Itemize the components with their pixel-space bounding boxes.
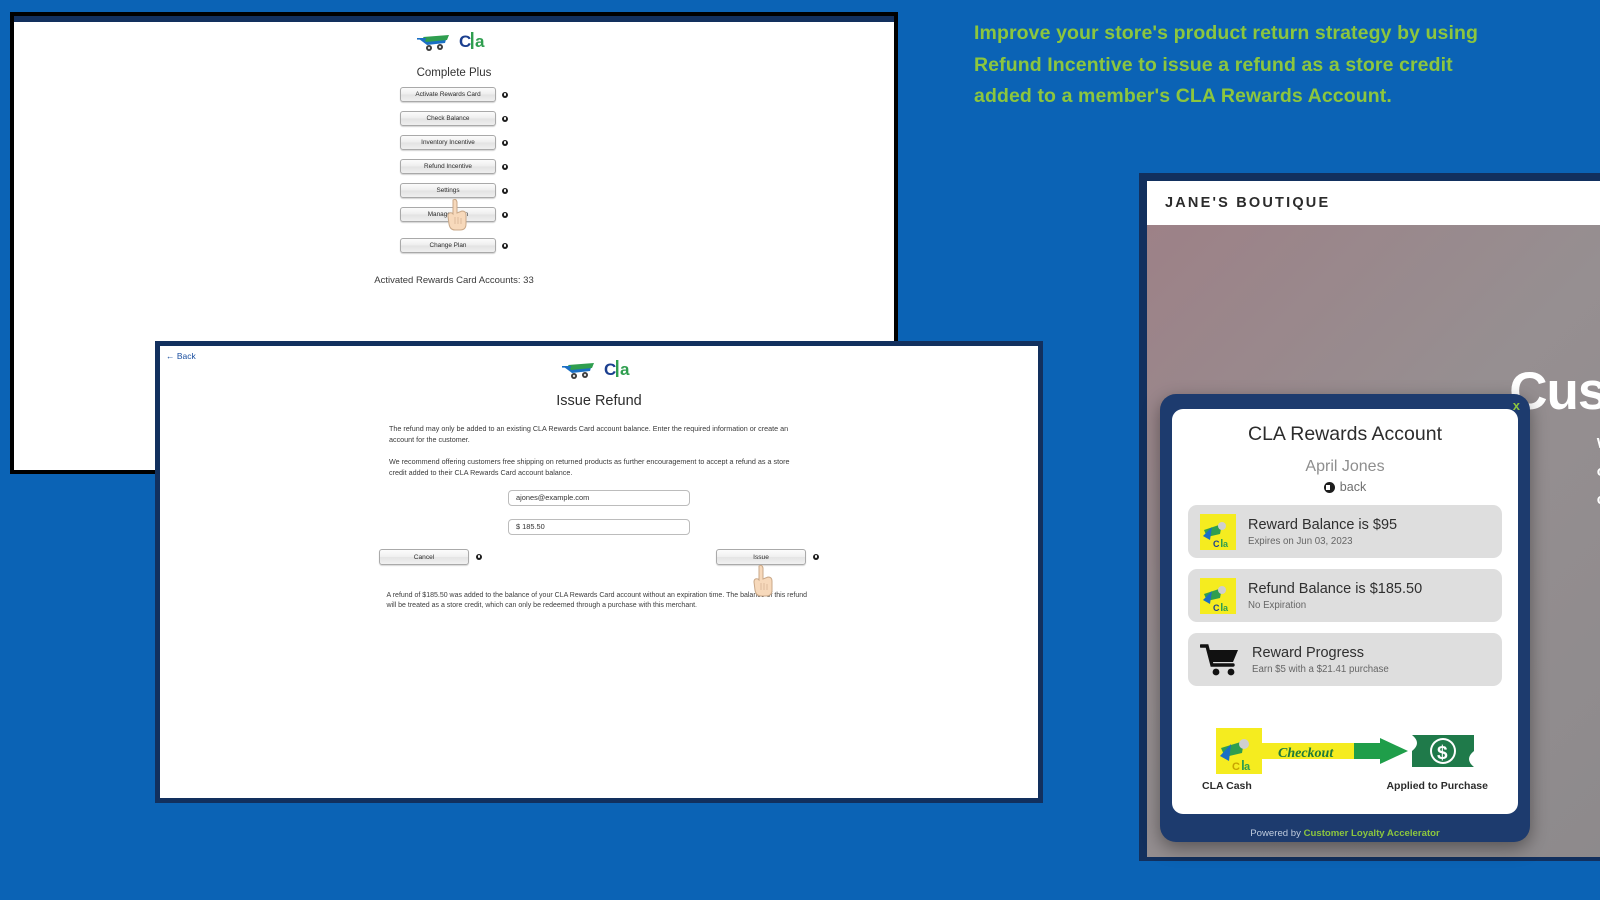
shopping-cart-icon <box>1200 643 1238 675</box>
dollar-bill-icon: $ <box>1412 735 1474 767</box>
cla-logo: C a <box>562 358 636 380</box>
info-icon[interactable] <box>813 553 819 560</box>
brand-name: Customer Loyalty Accelerator <box>1303 828 1440 839</box>
checkout-flow-diagram: C a Checkout $ CLA Cash Applied to Purch… <box>1188 728 1502 792</box>
row-subtitle: No Expiration <box>1248 599 1307 611</box>
issue-refund-window: ← Back C a Issue Refund The refund may o… <box>155 341 1043 803</box>
page-title: Issue Refund <box>556 393 642 409</box>
reward-progress-row[interactable]: Reward Progress Earn $5 with a $21.41 pu… <box>1188 633 1502 686</box>
dashboard-button-row: Change Plan <box>354 238 554 253</box>
row-title: Reward Progress <box>1252 644 1365 661</box>
back-arrow-icon <box>1323 481 1335 493</box>
svg-text:a: a <box>475 32 485 51</box>
reward-balance-row[interactable]: C a Reward Balance is $95 Expires on Jun… <box>1188 505 1502 558</box>
checkout-arrow: Checkout <box>1262 737 1412 765</box>
svg-text:C: C <box>1213 539 1220 549</box>
dashboard-button-row: Refund Incentive <box>354 159 554 174</box>
modal-back-label: back <box>1339 480 1367 494</box>
cla-wordmark-icon: C a <box>459 32 485 51</box>
svg-text:C: C <box>1213 603 1220 613</box>
row-text: Reward Balance is $95 Expires on Jun 03,… <box>1248 517 1397 547</box>
refund-paragraph-2: We recommend offering customers free shi… <box>389 457 790 478</box>
info-icon[interactable] <box>502 187 508 194</box>
refund-balance-row[interactable]: C a Refund Balance is $185.50 No Expirat… <box>1188 569 1502 622</box>
refund-incentive-button[interactable]: Refund Incentive <box>400 159 496 174</box>
svg-text:a: a <box>1244 761 1251 773</box>
svg-text:C: C <box>1232 761 1240 773</box>
row-title: Reward Balance is $95 <box>1248 516 1398 533</box>
plan-name: Complete Plus <box>416 67 492 79</box>
cla-rewards-account-modal: x CLA Rewards Account April Jones back C… <box>1160 394 1530 842</box>
refund-paragraph-1: The refund may only be added to an exist… <box>389 424 789 445</box>
svg-text:C: C <box>604 360 616 379</box>
cla-wordmark-icon: C a <box>604 360 630 379</box>
svg-text:$: $ <box>1437 743 1448 764</box>
powered-by-label: Powered by <box>1250 828 1304 839</box>
row-text: Reward Progress Earn $5 with a $21.41 pu… <box>1252 645 1389 675</box>
info-icon[interactable] <box>502 163 508 170</box>
checkout-arrow-label: Checkout <box>1278 746 1334 761</box>
dashboard-button-row: Activate Rewards Card <box>354 87 554 102</box>
info-icon[interactable] <box>502 139 508 146</box>
refund-amount-input[interactable] <box>508 518 690 535</box>
back-link[interactable]: ← Back <box>166 351 196 361</box>
manage-login-button[interactable]: Manage Login <box>400 207 496 222</box>
refund-description: The refund may only be added to an exist… <box>389 423 809 479</box>
cla-card-icon: C a <box>1200 513 1236 550</box>
cancel-button[interactable]: Cancel <box>379 548 469 565</box>
cla-cash-icon: C a <box>1216 728 1262 774</box>
issue-button[interactable]: Issue <box>716 548 806 565</box>
info-icon[interactable] <box>476 553 482 560</box>
refund-action-row: Cancel Issue <box>379 548 819 565</box>
issue-group: Issue <box>716 548 819 565</box>
change-plan-button[interactable]: Change Plan <box>400 238 496 253</box>
promo-headline: Improve your store's product return stra… <box>974 22 1479 108</box>
flow-row: C a Checkout $ <box>1188 728 1502 774</box>
row-text: Refund Balance is $185.50 No Expiration <box>1248 581 1422 611</box>
modal-title: CLA Rewards Account <box>1247 423 1443 445</box>
storefront-header: JANE'S BOUTIQUE <box>1147 181 1600 225</box>
svg-text:a: a <box>620 360 630 379</box>
applied-to-purchase-label: Applied to Purchase <box>1386 780 1488 792</box>
activate-rewards-card-button[interactable]: Activate Rewards Card <box>400 87 496 102</box>
refund-confirmation-message: A refund of $185.50 was added to the bal… <box>386 591 808 610</box>
dashboard-button-row: Check Balance <box>354 111 554 126</box>
dashboard-button-row: Settings <box>354 183 554 198</box>
check-balance-button[interactable]: Check Balance <box>400 111 496 126</box>
info-icon[interactable] <box>502 91 508 98</box>
inventory-incentive-button[interactable]: Inventory Incentive <box>400 135 496 150</box>
cla-wheelbarrow-icon <box>562 363 594 379</box>
cla-card-icon: C a <box>1200 577 1236 614</box>
info-icon[interactable] <box>502 211 508 218</box>
modal-card: CLA Rewards Account April Jones back C a… <box>1172 409 1518 814</box>
modal-footer: Powered by Customer Loyalty Accelerator <box>1160 828 1530 839</box>
activated-accounts-count: Activated Rewards Card Accounts: 33 <box>374 275 534 286</box>
svg-text:C: C <box>459 32 471 51</box>
dashboard-button-row: Inventory Incentive <box>354 135 554 150</box>
info-icon[interactable] <box>502 242 508 249</box>
cla-wheelbarrow-icon <box>417 35 449 51</box>
info-icon[interactable] <box>502 115 508 122</box>
row-title: Refund Balance is $185.50 <box>1248 580 1423 597</box>
flow-labels: CLA Cash Applied to Purchase <box>1188 780 1502 792</box>
row-subtitle: Earn $5 with a $21.41 purchase <box>1252 663 1389 675</box>
window-title-bar <box>14 16 894 22</box>
modal-back-button[interactable]: back <box>1188 480 1502 494</box>
cancel-group: Cancel <box>379 548 482 565</box>
row-subtitle: Expires on Jun 03, 2023 <box>1248 535 1353 547</box>
cla-logo: C a <box>417 30 491 52</box>
dashboard-button-row: Manage Login <box>354 207 554 222</box>
checkout-arrow-icon: Checkout <box>1262 738 1408 764</box>
cla-cash-label: CLA Cash <box>1202 780 1252 792</box>
customer-email-input[interactable] <box>508 489 690 506</box>
member-name: April Jones <box>1305 458 1385 475</box>
store-brand-name: JANE'S BOUTIQUE <box>1165 195 1331 211</box>
settings-button[interactable]: Settings <box>400 183 496 198</box>
